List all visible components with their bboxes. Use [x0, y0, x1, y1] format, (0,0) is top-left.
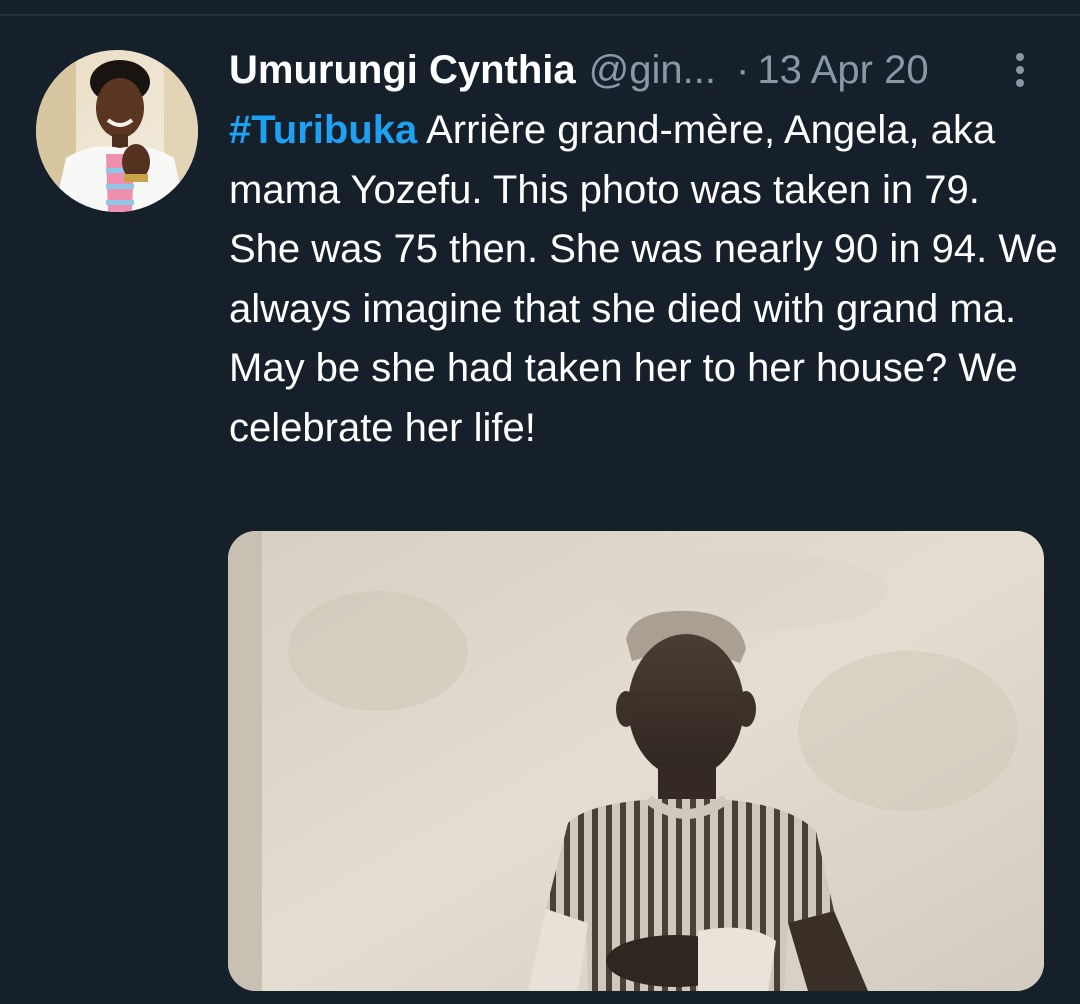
- avatar[interactable]: [36, 50, 198, 212]
- separator-dot: ·: [736, 48, 750, 92]
- vertical-dots-icon: [1016, 53, 1024, 87]
- tweet-body: Arrière grand-mère, Angela, aka mama Yoz…: [229, 108, 1058, 450]
- more-options-button[interactable]: [1000, 48, 1040, 92]
- tweet-text: #Turibuka Arrière grand-mère, Angela, ak…: [229, 101, 1059, 458]
- avatar-photo: [36, 50, 198, 212]
- author-handle[interactable]: @gin...: [589, 44, 716, 96]
- hashtag-link[interactable]: #Turibuka: [229, 108, 417, 152]
- top-divider: [0, 14, 1080, 16]
- photo-image: [228, 531, 1044, 991]
- tweet-timestamp[interactable]: 13 Apr 20: [757, 44, 928, 96]
- tweet-header: Umurungi Cynthia @gin... · 13 Apr 20: [229, 44, 929, 96]
- tweet-photo[interactable]: [228, 531, 1044, 991]
- author-display-name[interactable]: Umurungi Cynthia: [229, 44, 576, 96]
